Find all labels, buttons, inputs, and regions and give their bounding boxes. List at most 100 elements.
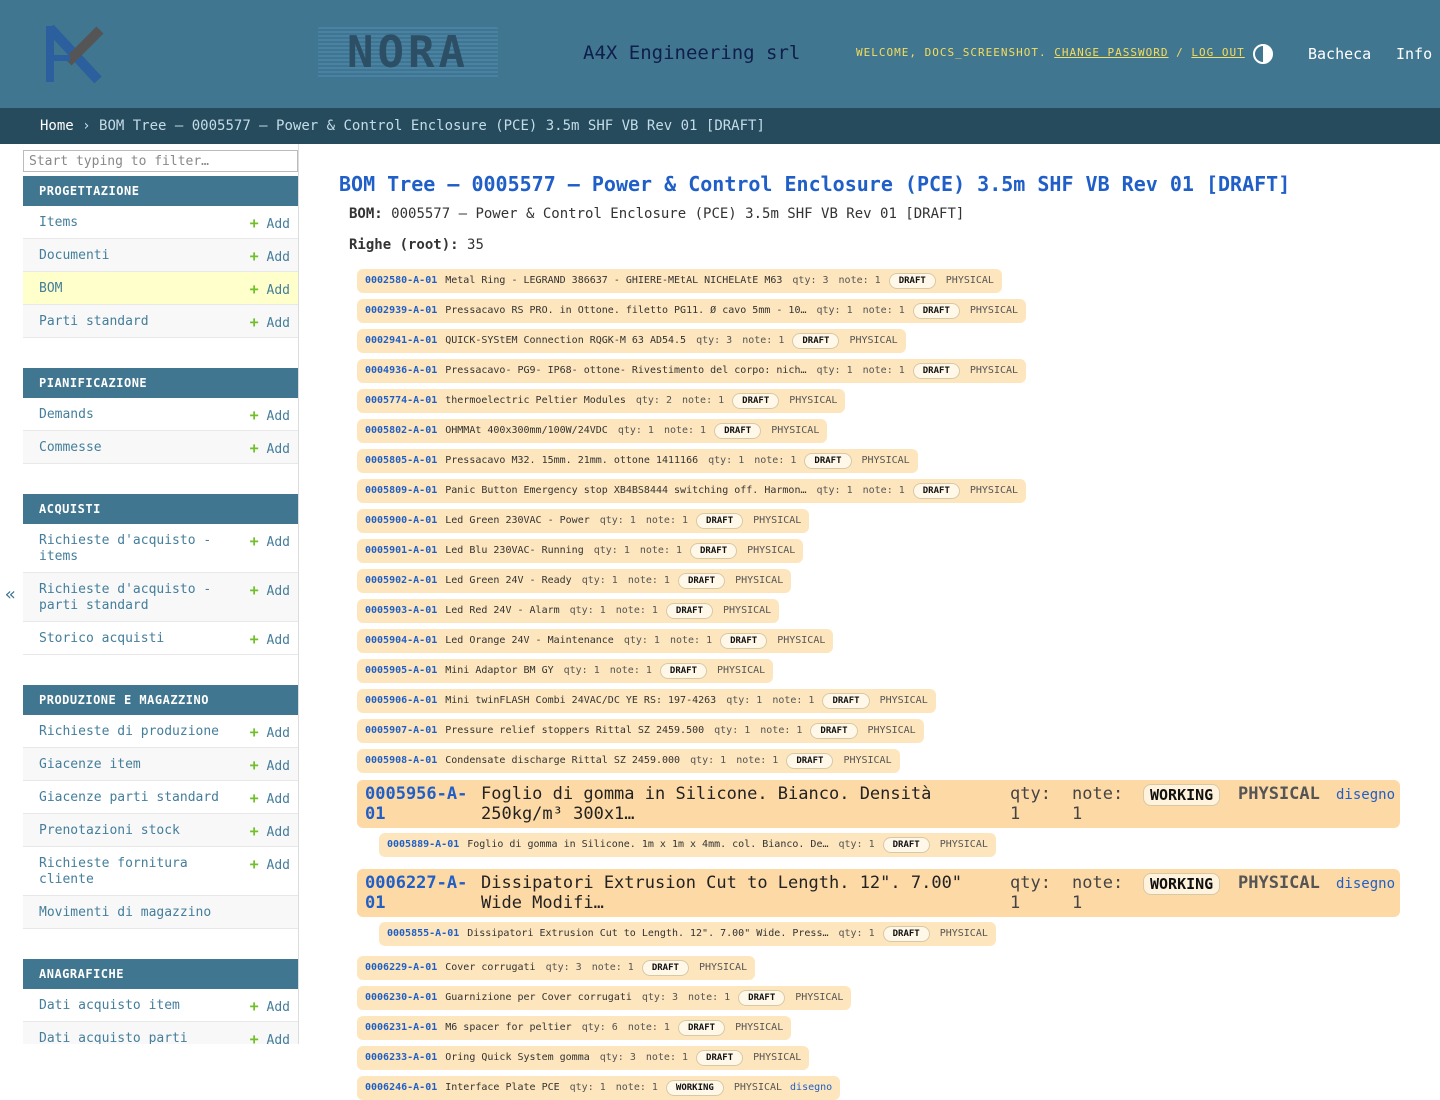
bom-row[interactable]: 0005907-A-01 Pressure relief stoppers Rit… <box>357 719 924 743</box>
nav-filter-input[interactable] <box>23 150 298 172</box>
item-code-link[interactable]: 0005774-A-01 <box>365 395 437 406</box>
item-code-link[interactable]: 0006230-A-01 <box>365 992 437 1003</box>
bom-row[interactable]: 0005802-A-01 OHMMAt 400x300mm/100W/24VDC q… <box>357 419 828 443</box>
sidebar-item-richieste-acquisto-parti[interactable]: Richieste d'acquisto - parti standard + … <box>23 573 298 622</box>
add-link[interactable]: + Add <box>250 757 290 775</box>
add-link[interactable]: + Add <box>250 790 290 808</box>
a4x-logo[interactable] <box>40 18 112 90</box>
sidebar-item-giacenze-parti-standard[interactable]: Giacenze parti standard + Add <box>23 781 298 814</box>
add-link[interactable]: + Add <box>250 631 290 649</box>
nav-bacheca-link[interactable]: Bacheca <box>1308 45 1371 63</box>
sidebar-item-storico-acquisti[interactable]: Storico acquisti + Add <box>23 622 298 655</box>
item-code-link[interactable]: 0005904-A-01 <box>365 635 437 646</box>
sidebar-item-documenti[interactable]: Documenti + Add <box>23 239 298 272</box>
bom-child-row[interactable]: 0005889-A-01 Foglio di gomma in Silicone.… <box>379 833 996 857</box>
bom-row[interactable]: 0006231-A-01 M6 spacer for peltier qty: 6 n… <box>357 1016 792 1040</box>
item-code-link[interactable]: 0002941-A-01 <box>365 335 437 346</box>
sidebar-item-label[interactable]: Richieste fornitura cliente <box>39 856 239 888</box>
add-link[interactable]: + Add <box>250 1031 290 1044</box>
sidebar-item-label[interactable]: Documenti <box>39 248 239 264</box>
add-link[interactable]: + Add <box>250 823 290 841</box>
bom-row[interactable]: 0005905-A-01 Mini Adaptor BM GY qty: 1 note… <box>357 659 774 683</box>
bom-row[interactable]: 0004936-A-01 Pressacavo- PG9- IP68- otton… <box>357 359 1027 383</box>
bom-row[interactable]: 0006230-A-01 Guarnizione per Cover corrug… <box>357 986 852 1010</box>
nav-info-link[interactable]: Info <box>1396 45 1432 63</box>
item-code-link[interactable]: 0005855-A-01 <box>387 928 459 939</box>
sidebar-item-dati-acquisto-parti[interactable]: Dati acquisto parti + Add <box>23 1022 298 1044</box>
add-link[interactable]: + Add <box>250 998 290 1016</box>
item-code-link[interactable]: 0005802-A-01 <box>365 425 437 436</box>
item-code-link[interactable]: 0005900-A-01 <box>365 515 437 526</box>
change-password-link[interactable]: CHANGE PASSWORD <box>1054 46 1168 59</box>
add-link[interactable]: + Add <box>250 856 290 874</box>
add-link[interactable]: + Add <box>250 248 290 266</box>
sidebar-item-richieste-produzione[interactable]: Richieste di produzione + Add <box>23 715 298 748</box>
item-code-link[interactable]: 0005889-A-01 <box>387 839 459 850</box>
item-code-link[interactable]: 0005901-A-01 <box>365 545 437 556</box>
bom-row[interactable]: 0005901-A-01 Led Blu 230VAC- Running qty: … <box>357 539 804 563</box>
item-code-link[interactable]: 0005956-A-01 <box>365 784 475 824</box>
add-link[interactable]: + Add <box>250 314 290 332</box>
disegno-link[interactable]: disegno <box>790 1082 832 1093</box>
sidebar-item-label[interactable]: Commesse <box>39 440 239 456</box>
sidebar-item-richieste-fornitura-cliente[interactable]: Richieste fornitura cliente + Add <box>23 847 298 896</box>
item-code-link[interactable]: 0005906-A-01 <box>365 695 437 706</box>
bom-row[interactable]: 0006233-A-01 Oring Quick System gomma qty:… <box>357 1046 810 1070</box>
bom-row[interactable]: 0005774-A-01 thermoelectric Peltier Modul… <box>357 389 846 413</box>
sidebar-item-commesse[interactable]: Commesse + Add <box>23 431 298 464</box>
item-code-link[interactable]: 0004936-A-01 <box>365 365 437 376</box>
bom-row[interactable]: 0002939-A-01 Pressacavo RS PRO. in Ottone… <box>357 299 1027 323</box>
bom-child-row[interactable]: 0005855-A-01 Dissipatori Extrusion Cut to… <box>379 922 996 946</box>
bom-row[interactable]: 0006246-A-01 Interface Plate PCE qty: 1 not… <box>357 1076 841 1100</box>
bom-row[interactable]: 0005908-A-01 Condensate discharge Rittal … <box>357 749 900 773</box>
add-link[interactable]: + Add <box>250 215 290 233</box>
sidebar-item-label[interactable]: Movimenti di magazzino <box>39 905 239 921</box>
sidebar-item-giacenze-item[interactable]: Giacenze item + Add <box>23 748 298 781</box>
item-code-link[interactable]: 0002939-A-01 <box>365 305 437 316</box>
item-code-link[interactable]: 0006231-A-01 <box>365 1022 437 1033</box>
sidebar-item-label[interactable]: Items <box>39 215 239 231</box>
sidebar-item-prenotazioni-stock[interactable]: Prenotazioni stock + Add <box>23 814 298 847</box>
bom-row[interactable]: 0002941-A-01 QUICK-SYStEM Connection RQGK… <box>357 329 906 353</box>
disegno-link[interactable]: disegno <box>1336 875 1395 893</box>
item-code-link[interactable]: 0006233-A-01 <box>365 1052 437 1063</box>
sidebar-item-parti-standard[interactable]: Parti standard + Add <box>23 305 298 338</box>
add-link[interactable]: + Add <box>250 533 290 551</box>
item-code-link[interactable]: 0005805-A-01 <box>365 455 437 466</box>
sidebar-item-demands[interactable]: Demands + Add <box>23 398 298 431</box>
item-code-link[interactable]: 0002580-A-01 <box>365 275 437 286</box>
sidebar-item-label[interactable]: Richieste di produzione <box>39 724 239 740</box>
bom-row[interactable]: 0005900-A-01 Led Green 230VAC - Power qty:… <box>357 509 810 533</box>
sidebar-item-label[interactable]: Prenotazioni stock <box>39 823 239 839</box>
sidebar-item-label[interactable]: Richieste d'acquisto - parti standard <box>39 582 239 614</box>
sidebar-item-label[interactable]: Demands <box>39 407 239 423</box>
bom-row[interactable]: 0005902-A-01 Led Green 24V - Ready qty: 1 n… <box>357 569 792 593</box>
bom-row-expanded[interactable]: 0006227-A-01 Dissipatori Extrusion Cut t… <box>357 869 1400 917</box>
item-code-link[interactable]: 0005907-A-01 <box>365 725 437 736</box>
bom-row-expanded[interactable]: 0005956-A-01 Foglio di gomma in Silicone… <box>357 780 1400 828</box>
bom-row[interactable]: 0005904-A-01 Led Orange 24V - Maintenance… <box>357 629 834 653</box>
sidebar-item-items[interactable]: Items + Add <box>23 206 298 239</box>
bom-row[interactable]: 0005805-A-01 Pressacavo M32. 15mm. 21mm. … <box>357 449 918 473</box>
add-link[interactable]: + Add <box>250 724 290 742</box>
sidebar-item-label[interactable]: Dati acquisto parti <box>39 1031 239 1044</box>
sidebar-item-label[interactable]: Parti standard <box>39 314 239 330</box>
item-code-link[interactable]: 0005902-A-01 <box>365 575 437 586</box>
logout-link[interactable]: LOG OUT <box>1191 46 1244 59</box>
item-code-link[interactable]: 0005903-A-01 <box>365 605 437 616</box>
item-code-link[interactable]: 0005905-A-01 <box>365 665 437 676</box>
breadcrumb-home[interactable]: Home <box>40 118 74 134</box>
sidebar-item-movimenti-magazzino[interactable]: Movimenti di magazzino <box>23 896 298 929</box>
add-link[interactable]: + Add <box>250 440 290 458</box>
bom-row[interactable]: 0006229-A-01 Cover corrugati qty: 3 note: 1… <box>357 956 756 980</box>
sidebar-item-label[interactable]: Storico acquisti <box>39 631 239 647</box>
add-link[interactable]: + Add <box>250 281 290 299</box>
disegno-link[interactable]: disegno <box>1336 786 1395 804</box>
bom-row[interactable]: 0005906-A-01 Mini twinFLASH Combi 24VAC/D… <box>357 689 936 713</box>
item-code-link[interactable]: 0005908-A-01 <box>365 755 437 766</box>
sidebar-item-dati-acquisto-item[interactable]: Dati acquisto item + Add <box>23 989 298 1022</box>
sidebar-collapse-button[interactable]: « <box>5 584 16 605</box>
item-code-link[interactable]: 0006229-A-01 <box>365 962 437 973</box>
sidebar-item-bom[interactable]: BOM + Add <box>23 272 298 305</box>
item-code-link[interactable]: 0005809-A-01 <box>365 485 437 496</box>
